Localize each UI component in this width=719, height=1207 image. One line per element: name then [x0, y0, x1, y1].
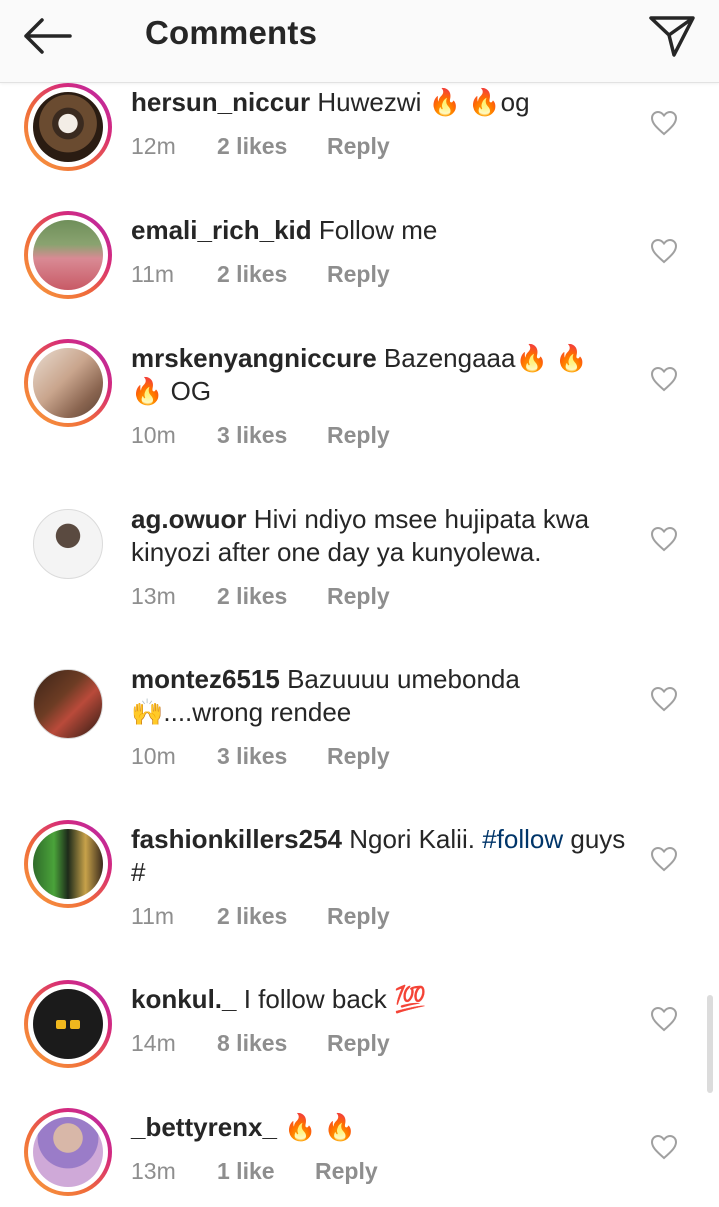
comment-likes[interactable]: 3 likes — [217, 743, 327, 770]
comment-text: Follow me — [318, 215, 438, 245]
heart-icon[interactable] — [650, 366, 678, 392]
comment-time: 12m — [131, 133, 176, 159]
heart-icon[interactable] — [650, 1134, 678, 1160]
comment-username[interactable]: fashionkillers254 — [131, 824, 342, 854]
comment-likes[interactable]: 2 likes — [217, 903, 327, 930]
avatar[interactable] — [24, 660, 112, 748]
comment-likes[interactable]: 2 likes — [217, 261, 327, 288]
back-button[interactable] — [14, 10, 78, 62]
comment-time: 13m — [131, 1158, 176, 1184]
avatar[interactable] — [24, 1108, 112, 1196]
avatar[interactable] — [24, 83, 112, 171]
heart-icon[interactable] — [650, 238, 678, 264]
comment-time: 10m — [131, 743, 176, 769]
comment-time: 11m — [131, 261, 175, 287]
reply-button[interactable]: Reply — [327, 261, 390, 288]
page-title: Comments — [145, 14, 318, 51]
comment-time: 10m — [131, 422, 176, 448]
reply-button[interactable]: Reply — [327, 743, 390, 770]
avatar[interactable] — [24, 339, 112, 427]
comment-text: Ngori Kalii. — [349, 824, 475, 854]
comment-username[interactable]: hersun_niccur — [131, 87, 310, 117]
comment-likes[interactable]: 3 likes — [217, 422, 327, 449]
avatar[interactable] — [24, 500, 112, 588]
reply-button[interactable]: Reply — [327, 1030, 390, 1057]
paper-plane-icon — [649, 16, 695, 57]
comment-likes[interactable]: 1 like — [217, 1158, 315, 1185]
reply-button[interactable]: Reply — [327, 133, 390, 160]
reply-button[interactable]: Reply — [327, 422, 390, 449]
reply-button[interactable]: Reply — [315, 1158, 378, 1185]
heart-icon[interactable] — [650, 526, 678, 552]
top-bar: Comments — [0, 0, 719, 83]
logo-icon — [56, 1020, 80, 1029]
comment-likes[interactable]: 2 likes — [217, 133, 327, 160]
heart-icon[interactable] — [650, 846, 678, 872]
heart-icon[interactable] — [650, 110, 678, 136]
comment-username[interactable]: ag.owuor — [131, 504, 247, 534]
reply-button[interactable]: Reply — [327, 583, 390, 610]
comment-username[interactable]: konkul._ — [131, 984, 236, 1014]
comment-username[interactable]: mrskenyangniccure — [131, 343, 377, 373]
comment-time: 11m — [131, 903, 175, 929]
avatar[interactable] — [24, 211, 112, 299]
hashtag-link[interactable]: #follow — [482, 824, 563, 854]
heart-icon[interactable] — [650, 686, 678, 712]
scrollbar[interactable] — [707, 995, 713, 1093]
share-button[interactable] — [640, 8, 704, 64]
arrow-left-icon — [24, 18, 72, 54]
comment-text: 🔥 🔥 — [284, 1112, 357, 1142]
comment-likes[interactable]: 2 likes — [217, 583, 327, 610]
reply-button[interactable]: Reply — [327, 903, 390, 930]
comment-text: Huwezwi 🔥 🔥og — [317, 87, 530, 117]
comment-text: I follow back 💯 — [243, 984, 427, 1014]
avatar[interactable] — [24, 980, 112, 1068]
comment-username[interactable]: montez6515 — [131, 664, 280, 694]
comment-username[interactable]: emali_rich_kid — [131, 215, 312, 245]
avatar[interactable] — [24, 820, 112, 908]
comment-time: 13m — [131, 583, 176, 609]
comment-likes[interactable]: 8 likes — [217, 1030, 327, 1057]
comment-username[interactable]: _bettyrenx_ — [131, 1112, 277, 1142]
heart-icon[interactable] — [650, 1006, 678, 1032]
comment-time: 14m — [131, 1030, 176, 1056]
